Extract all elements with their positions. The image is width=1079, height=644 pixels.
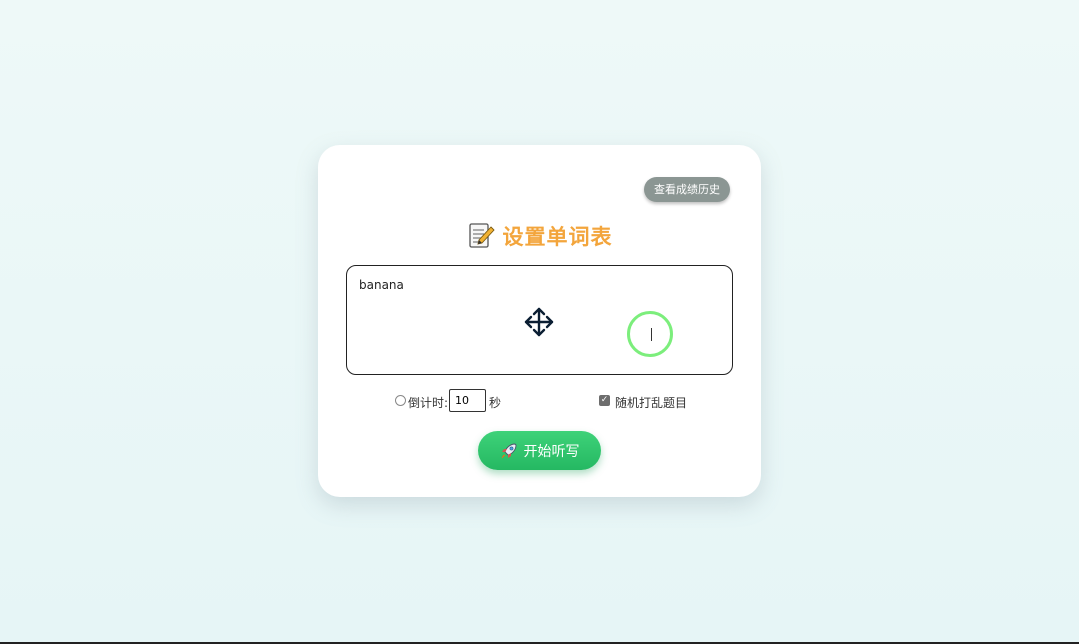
move-cursor-icon — [524, 307, 554, 337]
view-history-button[interactable]: 查看成绩历史 — [644, 177, 730, 202]
options-row: 倒计时: 秒 ✓ 随机打乱题目 — [318, 389, 761, 413]
text-cursor — [651, 328, 652, 341]
timer-unit-label: 秒 — [489, 396, 502, 410]
timer-seconds-input[interactable] — [449, 389, 486, 412]
page-title: 设置单词表 — [502, 225, 613, 249]
memo-icon — [468, 223, 495, 248]
timer-label: 倒计时: — [408, 396, 449, 410]
random-order-checkbox[interactable]: ✓ — [599, 395, 610, 406]
start-dictation-button[interactable]: 开始听写 — [478, 431, 601, 470]
title-row: 设置单词表 — [318, 219, 761, 253]
rocket-icon — [501, 443, 516, 458]
word-setup-card: 查看成绩历史 设置单词表 banana 倒计时: 10 秒 ✓ 随机打乱题目 开… — [318, 145, 761, 497]
click-highlight-ring — [627, 311, 673, 357]
random-order-label: 随机打乱题目 — [615, 396, 688, 410]
page-background: 查看成绩历史 设置单词表 banana 倒计时: 10 秒 ✓ 随机打乱题目 开… — [0, 0, 1079, 644]
timer-toggle[interactable] — [395, 395, 406, 406]
start-button-label: 开始听写 — [523, 443, 580, 460]
